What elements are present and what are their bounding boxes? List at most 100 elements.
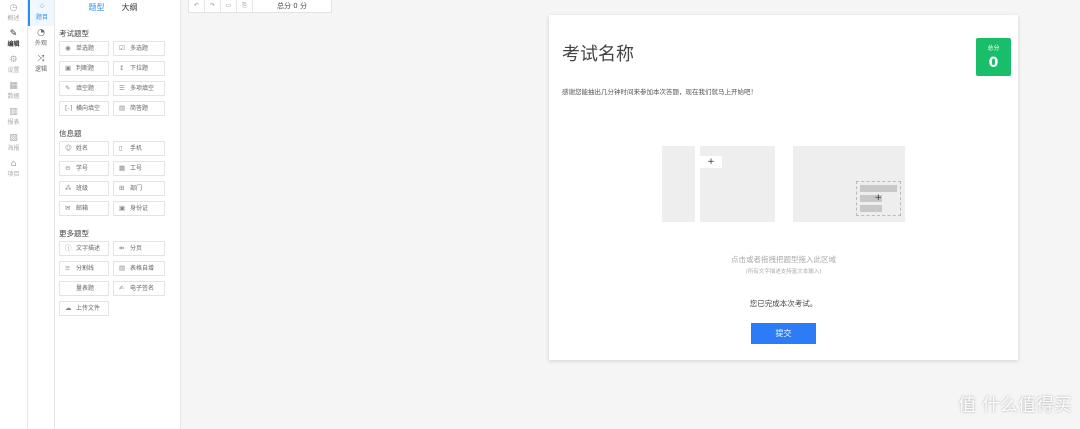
question-type-icon: ⁂ xyxy=(65,184,72,192)
question-type-icon: ☁ xyxy=(65,304,72,312)
question-type-button[interactable]: ✉ 邮箱 xyxy=(59,201,109,216)
question-type-label: 班级 xyxy=(76,185,89,192)
nav-item-label: 报表 xyxy=(7,119,20,126)
question-type-icon: ⇹ xyxy=(119,244,125,252)
nav-item-label: 逻辑 xyxy=(34,66,47,73)
report-icon: ▥ xyxy=(9,107,18,117)
question-type-icon: ✉ xyxy=(65,204,71,212)
question-type-label: 上传文件 xyxy=(76,305,101,312)
nav-item-label: 编辑 xyxy=(7,41,20,48)
question-type-label: 简答题 xyxy=(130,105,149,112)
home-icon: ⌂ xyxy=(10,159,17,169)
preview-icon[interactable]: ▭ xyxy=(221,0,237,12)
nav-item-编辑[interactable]: ✎ 编辑 xyxy=(0,26,27,52)
question-type-button[interactable]: ⁂ 班级 xyxy=(59,181,109,196)
question-type-icon: ⊖ xyxy=(65,164,71,172)
nav-item-label: 项目 xyxy=(7,171,20,178)
toolbar: ↶ ↷ ▭ ⎘ 总分 0 分 xyxy=(188,0,332,13)
nav-item-项目[interactable]: ⌂ 项目 xyxy=(0,156,27,182)
question-type-grid: ☺ 姓名 ▯ 手机 ⊖ 学号 ▦ 工号 ⁂ 班级 ⊞ 部门 ✉ 邮箱 ▣ 身份证 xyxy=(59,141,180,216)
question-type-button[interactable]: ⊞ 部门 xyxy=(113,181,165,196)
question-type-label: 表格自增 xyxy=(130,265,155,272)
question-type-button[interactable]: ⊖ 学号 xyxy=(59,161,109,176)
question-type-icon: ✎ xyxy=(65,84,71,92)
question-type-button[interactable]: ↕ 下拉题 xyxy=(113,61,165,76)
question-type-icon: ⓘ xyxy=(65,244,72,252)
question-type-button[interactable]: ▦ 工号 xyxy=(113,161,165,176)
nav-item-设置[interactable]: ⚙ 设置 xyxy=(0,52,27,78)
question-type-icon: ☑ xyxy=(119,44,125,52)
question-type-button[interactable]: 量表题 xyxy=(59,281,109,296)
question-type-button[interactable]: ☰ 多项填空 xyxy=(113,81,165,96)
completion-message[interactable]: 您已完成本次考试。 xyxy=(549,298,1018,309)
question-type-icon: ↕ xyxy=(119,64,125,72)
exam-title[interactable]: 考试名称 xyxy=(562,40,634,66)
nav-item-海报[interactable]: ▨ 海报 xyxy=(0,130,27,156)
question-type-label: 横向填空 xyxy=(76,105,101,112)
nav-item-题目[interactable]: ⁘ 题目 xyxy=(28,0,54,26)
question-type-button[interactable]: ⓘ 文字描述 xyxy=(59,241,109,256)
drop-zone-hint: 点击或者拖拽把题型拖入此区域 xyxy=(731,255,836,264)
nav-item-label: 概述 xyxy=(7,15,20,22)
question-type-button[interactable]: ▯ 手机 xyxy=(113,141,165,156)
table-icon: ▦ xyxy=(9,81,18,91)
question-type-label: 手机 xyxy=(130,145,143,152)
question-type-grid: ◉ 单选题 ☑ 多选题 ▣ 判断题 ↕ 下拉题 ✎ 填空题 ☰ 多项填空 [-] 横向填空 ▤ 简答题 xyxy=(59,41,180,116)
primary-nav: ◷ 概述 ✎ 编辑 ⚙ 设置 ▦ 数据 ▥ 报表 ▨ 海报 ⌂ 项目 xyxy=(0,0,28,429)
nav-item-label: 设置 xyxy=(7,67,20,74)
watermark: 值 什么值得买 xyxy=(958,395,1072,416)
question-type-icon: ◉ xyxy=(65,44,71,52)
question-type-label: 学号 xyxy=(76,165,89,172)
question-type-button[interactable]: ▣ 判断题 xyxy=(59,61,109,76)
export-icon[interactable]: ⎘ xyxy=(237,0,253,12)
question-type-panel: 题型 大纲 考试题型 ◉ 单选题 ☑ 多选题 ▣ 判断题 ↕ 下拉题 ✎ 填空题 ☰ 多项填空 [-] 横向… xyxy=(55,0,181,429)
nav-item-label: 题目 xyxy=(35,14,48,21)
nav-item-label: 外观 xyxy=(34,40,47,47)
question-type-label: 判断题 xyxy=(76,65,95,72)
question-type-button[interactable]: ▤ 表格自增 xyxy=(113,261,165,276)
nav-item-逻辑[interactable]: ⤨ 逻辑 xyxy=(28,52,54,78)
nav-item-报表[interactable]: ▥ 报表 xyxy=(0,104,27,130)
question-type-button[interactable]: ✎ 填空题 xyxy=(59,81,109,96)
question-type-button[interactable]: ◉ 单选题 xyxy=(59,41,109,56)
question-type-button[interactable]: ☑ 多选题 xyxy=(113,41,165,56)
undo-icon[interactable]: ↶ xyxy=(189,0,205,12)
tab-outline[interactable]: 大纲 xyxy=(113,0,146,16)
nav-item-label: 数据 xyxy=(7,93,20,100)
gear-icon: ⚙ xyxy=(9,55,18,65)
tab-question-types[interactable]: 题型 xyxy=(80,0,113,16)
redo-icon[interactable]: ↷ xyxy=(205,0,221,12)
question-type-button[interactable]: ☺ 姓名 xyxy=(59,141,109,156)
question-type-label: 姓名 xyxy=(76,145,89,152)
drop-zone-subhint: (所有文字描述支持富文本输入) xyxy=(745,269,822,275)
question-type-icon: ☺ xyxy=(65,144,72,152)
submit-button[interactable]: 提交 xyxy=(751,323,816,344)
question-type-label: 身份证 xyxy=(130,205,149,212)
nav-item-外观[interactable]: ◔ 外观 xyxy=(28,26,54,52)
question-type-icon: ✍ xyxy=(119,284,125,292)
question-type-label: 多项填空 xyxy=(130,85,155,92)
question-type-button[interactable]: [-] 横向填空 xyxy=(59,101,109,116)
nav-item-概述[interactable]: ◷ 概述 xyxy=(0,0,27,26)
question-type-icon: ▯ xyxy=(119,144,123,152)
question-type-label: 分割线 xyxy=(76,265,95,272)
question-type-button[interactable]: ✍ 电子签名 xyxy=(113,281,165,296)
question-type-icon: ⊞ xyxy=(119,184,125,192)
question-type-icon: ☰ xyxy=(119,84,125,92)
question-type-button[interactable]: ☁ 上传文件 xyxy=(59,301,109,316)
nav-item-数据[interactable]: ▦ 数据 xyxy=(0,78,27,104)
exam-intro[interactable]: 感谢您能抽出几分钟时间来参加本次答题，现在我们就马上开始吧！ xyxy=(562,86,757,96)
grid-icon: ⁘ xyxy=(38,2,46,12)
image-icon: ▨ xyxy=(9,133,18,143)
question-type-label: 填空题 xyxy=(76,85,95,92)
total-score-text: 总分 0 分 xyxy=(277,2,307,10)
question-type-button[interactable]: ▤ 简答题 xyxy=(113,101,165,116)
question-type-button[interactable]: ⇹ 分页 xyxy=(113,241,165,256)
question-type-label: 多选题 xyxy=(130,45,149,52)
edit-icon: ✎ xyxy=(9,29,18,39)
question-type-label: 量表题 xyxy=(76,285,95,292)
question-type-button[interactable]: ▣ 身份证 xyxy=(113,201,165,216)
question-type-button[interactable]: ≡ 分割线 xyxy=(59,261,109,276)
dashboard-icon: ◷ xyxy=(9,3,18,13)
question-type-grid: ⓘ 文字描述 ⇹ 分页 ≡ 分割线 ▤ 表格自增量表题 ✍ 电子签名 ☁ 上传文件 xyxy=(59,241,180,316)
